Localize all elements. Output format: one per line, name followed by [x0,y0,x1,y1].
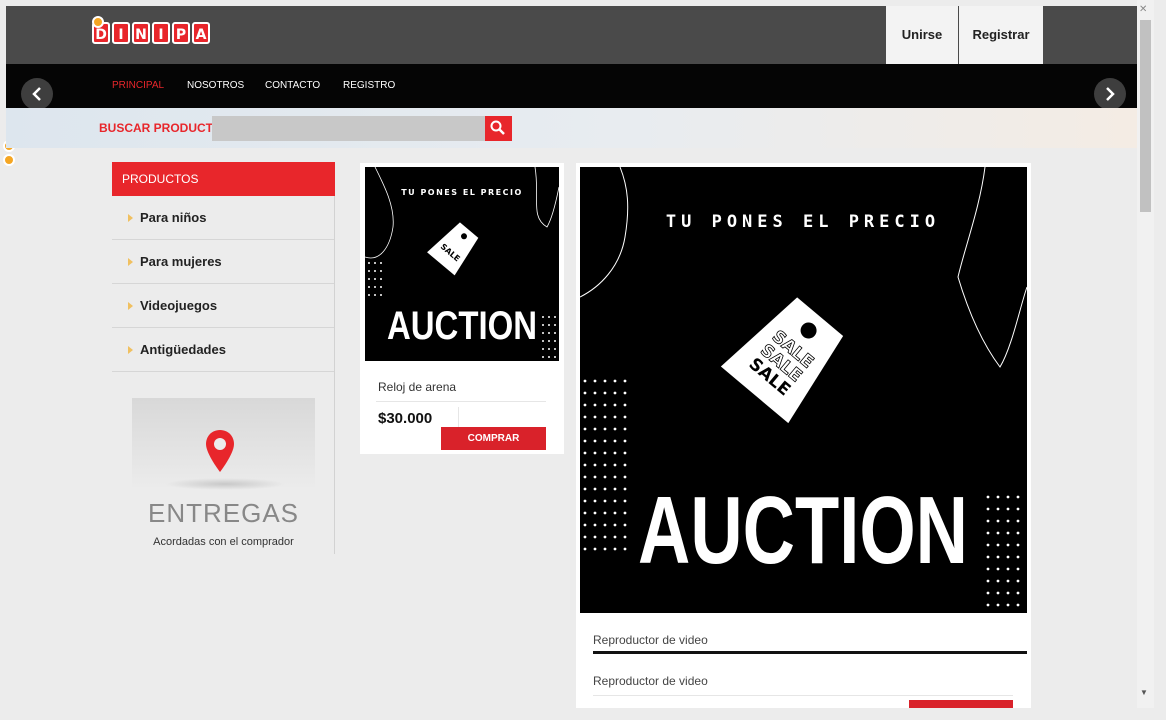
divider [593,695,1013,696]
video-action-button[interactable] [909,700,1013,708]
poster-title-large: AUCTION [638,477,968,584]
category-item-ninos[interactable]: Para niños [112,196,334,240]
caret-right-icon [128,214,133,222]
nav-item-contacto[interactable]: CONTACTO [265,80,320,91]
caret-right-icon [128,258,133,266]
auction-poster-large: TU PONES EL PRECIO SALE SALE SALE AUCTIO… [580,167,1027,613]
logo-badge-icon [92,16,104,28]
auction-poster: TU PONES EL PRECIO SALE AUCTION [365,167,559,361]
map-pin-icon [206,430,234,472]
logo-letter: A [192,22,210,44]
scroll-down-icon[interactable]: ▼ [1140,688,1148,697]
product-name[interactable]: Reloj de arena [378,380,456,394]
next-slide-button[interactable] [1094,78,1126,110]
logo-letter: P [172,22,190,44]
site-logo[interactable]: D I N I P A [92,22,210,44]
register-button[interactable]: Registrar [959,6,1043,64]
product-image[interactable]: TU PONES EL PRECIO SALE AUCTION [365,167,559,361]
logo-letter: I [112,22,130,44]
category-label: Videojuegos [140,298,218,313]
divider [376,401,546,402]
chevron-left-icon [32,87,41,101]
category-item-antiguedades[interactable]: Antigüedades [112,328,334,372]
caret-right-icon [128,302,133,310]
product-price: $30.000 [378,410,433,427]
chevron-right-icon [1106,87,1115,101]
category-item-videojuegos[interactable]: Videojuegos [112,284,334,328]
nav-item-principal[interactable]: PRINCIPAL [112,80,164,91]
category-label: Antigüedades [140,342,226,357]
nav-item-registro[interactable]: REGISTRO [343,80,395,91]
featured-image[interactable]: TU PONES EL PRECIO SALE SALE SALE AUCTIO… [580,167,1027,613]
buy-button[interactable]: COMPRAR [441,427,546,450]
poster-heading: TU PONES EL PRECIO [401,188,523,197]
category-label: Para mujeres [140,254,222,269]
products-heading: PRODUCTOS [112,162,335,196]
search-label: BUSCAR PRODUCTO [99,121,223,135]
video-player-title: Reproductor de video [593,674,708,688]
category-label: Para niños [140,210,207,225]
search-button[interactable] [485,116,512,141]
video-player-bar [593,651,1027,654]
close-icon[interactable]: ✕ [1139,4,1147,15]
prev-slide-button[interactable] [21,78,53,110]
pin-shadow [165,478,285,490]
logo-letter: N [132,22,150,44]
main-nav [6,64,1137,108]
search-icon [490,120,505,135]
logo-letter: I [152,22,170,44]
nav-item-nosotros[interactable]: NOSOTROS [187,80,244,91]
join-button[interactable]: Unirse [886,6,958,64]
video-player-title: Reproductor de video [593,633,708,647]
caret-right-icon [128,346,133,354]
poster-title: AUCTION [387,304,537,348]
delivery-subtitle: Acordadas con el comprador [153,536,294,548]
search-input[interactable] [212,116,485,141]
poster-heading-large: TU PONES EL PRECIO [666,212,940,232]
category-item-mujeres[interactable]: Para mujeres [112,240,334,284]
delivery-title: ENTREGAS [147,498,300,528]
scrollbar-thumb[interactable] [1140,20,1151,212]
